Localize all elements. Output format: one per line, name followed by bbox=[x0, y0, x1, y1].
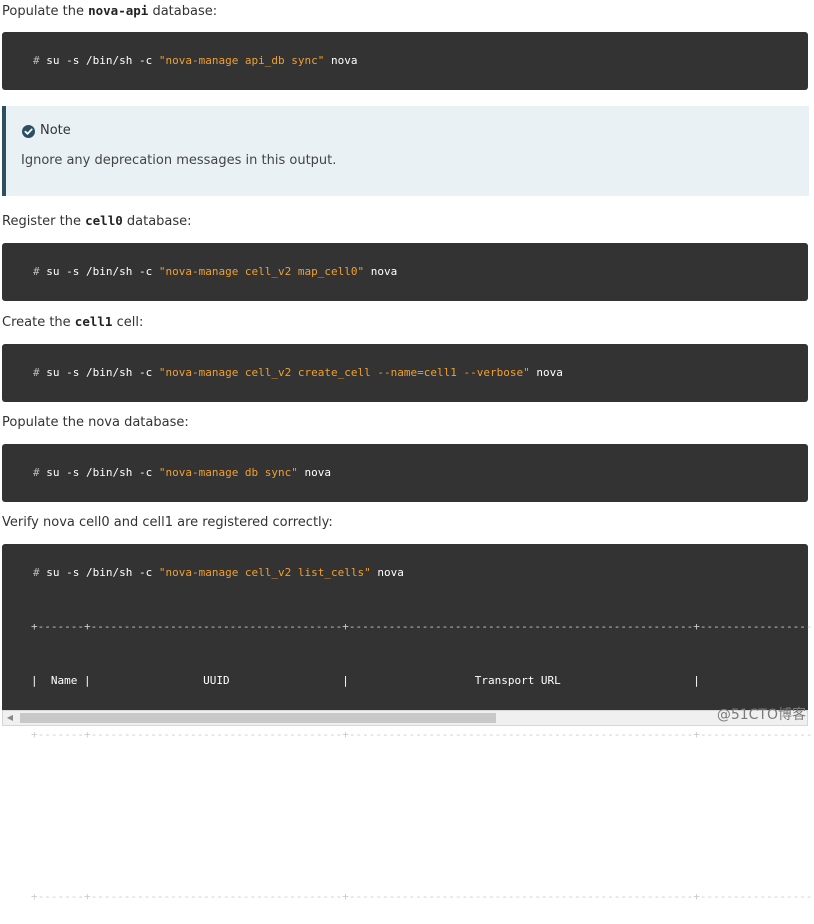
code-line: # su -s /bin/sh -c "nova-manage cell_v2 … bbox=[33, 263, 397, 281]
command-text: su -s /bin/sh -c bbox=[39, 265, 159, 278]
paragraph-text: database: bbox=[148, 4, 218, 19]
command-text: nova bbox=[370, 566, 404, 579]
table-border: +-------+-------------------------------… bbox=[31, 728, 814, 741]
command-text: su -s /bin/sh -c bbox=[39, 366, 159, 379]
shell-prompt: # bbox=[33, 466, 40, 479]
check-circle-icon bbox=[22, 124, 35, 138]
paragraph-create-cell1: Create the cell1 cell: bbox=[2, 313, 143, 332]
command-text: nova bbox=[297, 466, 332, 479]
inline-code: cell0 bbox=[85, 213, 123, 228]
code-line: # su -s /bin/sh -c "nova-manage cell_v2 … bbox=[33, 364, 563, 382]
table-header-row: | Name | UUID | Transport URL | bbox=[31, 674, 714, 687]
note-admonition: Note Ignore any deprecation messages in … bbox=[2, 106, 809, 196]
command-text: nova bbox=[364, 265, 398, 278]
cells-table: +-------+-------------------------------… bbox=[31, 582, 814, 924]
shell-prompt: # bbox=[33, 265, 40, 278]
horizontal-scrollbar[interactable]: ◀ bbox=[2, 710, 808, 726]
arrow-left-icon[interactable]: ◀ bbox=[3, 711, 17, 725]
watermark: @51CTO博客 bbox=[716, 707, 806, 723]
inline-code: cell1 bbox=[74, 314, 113, 329]
note-title-text: Note bbox=[40, 123, 71, 138]
command-text: nova bbox=[324, 54, 358, 67]
command-string: "nova-manage api_db sync" bbox=[158, 54, 325, 67]
paragraph-text: cell: bbox=[112, 315, 144, 330]
code-block-map-cell0: # su -s /bin/sh -c "nova-manage cell_v2 … bbox=[2, 243, 808, 301]
command-text: su -s /bin/sh -c bbox=[39, 466, 159, 479]
inline-code: nova-api bbox=[88, 3, 149, 18]
command-string: "nova-manage cell_v2 create_cell --name=… bbox=[158, 366, 530, 379]
table-border: +-------+-------------------------------… bbox=[31, 620, 814, 633]
scrollbar-thumb[interactable] bbox=[20, 713, 496, 723]
paragraph-text: Populate the bbox=[2, 4, 89, 19]
shell-prompt: # bbox=[33, 366, 40, 379]
command-string: "nova-manage db sync" bbox=[158, 466, 298, 479]
code-block-db-sync: # su -s /bin/sh -c "nova-manage db sync"… bbox=[2, 444, 808, 502]
command-text: su -s /bin/sh -c bbox=[39, 54, 159, 67]
command-string: "nova-manage cell_v2 list_cells" bbox=[158, 566, 371, 579]
shell-prompt: # bbox=[33, 566, 40, 579]
paragraph-populate-nova: Populate the nova database: bbox=[2, 415, 189, 430]
paragraph-text: database: bbox=[122, 214, 192, 229]
code-line: # su -s /bin/sh -c "nova-manage cell_v2 … bbox=[33, 564, 404, 582]
table-row: | cell0 | 00000000-0000-0000-0000-000000… bbox=[31, 782, 753, 795]
code-line: # su -s /bin/sh -c "nova-manage api_db s… bbox=[33, 52, 358, 70]
paragraph-text: Register the bbox=[2, 214, 86, 229]
code-block-create-cell: # su -s /bin/sh -c "nova-manage cell_v2 … bbox=[2, 344, 808, 402]
code-line: # su -s /bin/sh -c "nova-manage db sync"… bbox=[33, 464, 331, 482]
command-string: "nova-manage cell_v2 map_cell0" bbox=[158, 265, 365, 278]
note-title: Note bbox=[22, 122, 71, 140]
table-border: +-------+-------------------------------… bbox=[31, 890, 814, 903]
code-block-api-db-sync: # su -s /bin/sh -c "nova-manage api_db s… bbox=[2, 32, 808, 90]
table-row: | cell1 | f690f4fd-2bc5-4f15-8145-db561a… bbox=[31, 836, 753, 849]
paragraph-register-cell0: Register the cell0 database: bbox=[2, 212, 192, 231]
note-body: Ignore any deprecation messages in this … bbox=[21, 153, 337, 168]
command-text: su -s /bin/sh -c bbox=[39, 566, 159, 579]
paragraph-populate-nova-api: Populate the nova-api database: bbox=[2, 2, 217, 21]
command-text: nova bbox=[529, 366, 563, 379]
paragraph-text: Create the bbox=[2, 315, 75, 330]
shell-prompt: # bbox=[33, 54, 40, 67]
paragraph-verify-cells: Verify nova cell0 and cell1 are register… bbox=[2, 515, 333, 530]
